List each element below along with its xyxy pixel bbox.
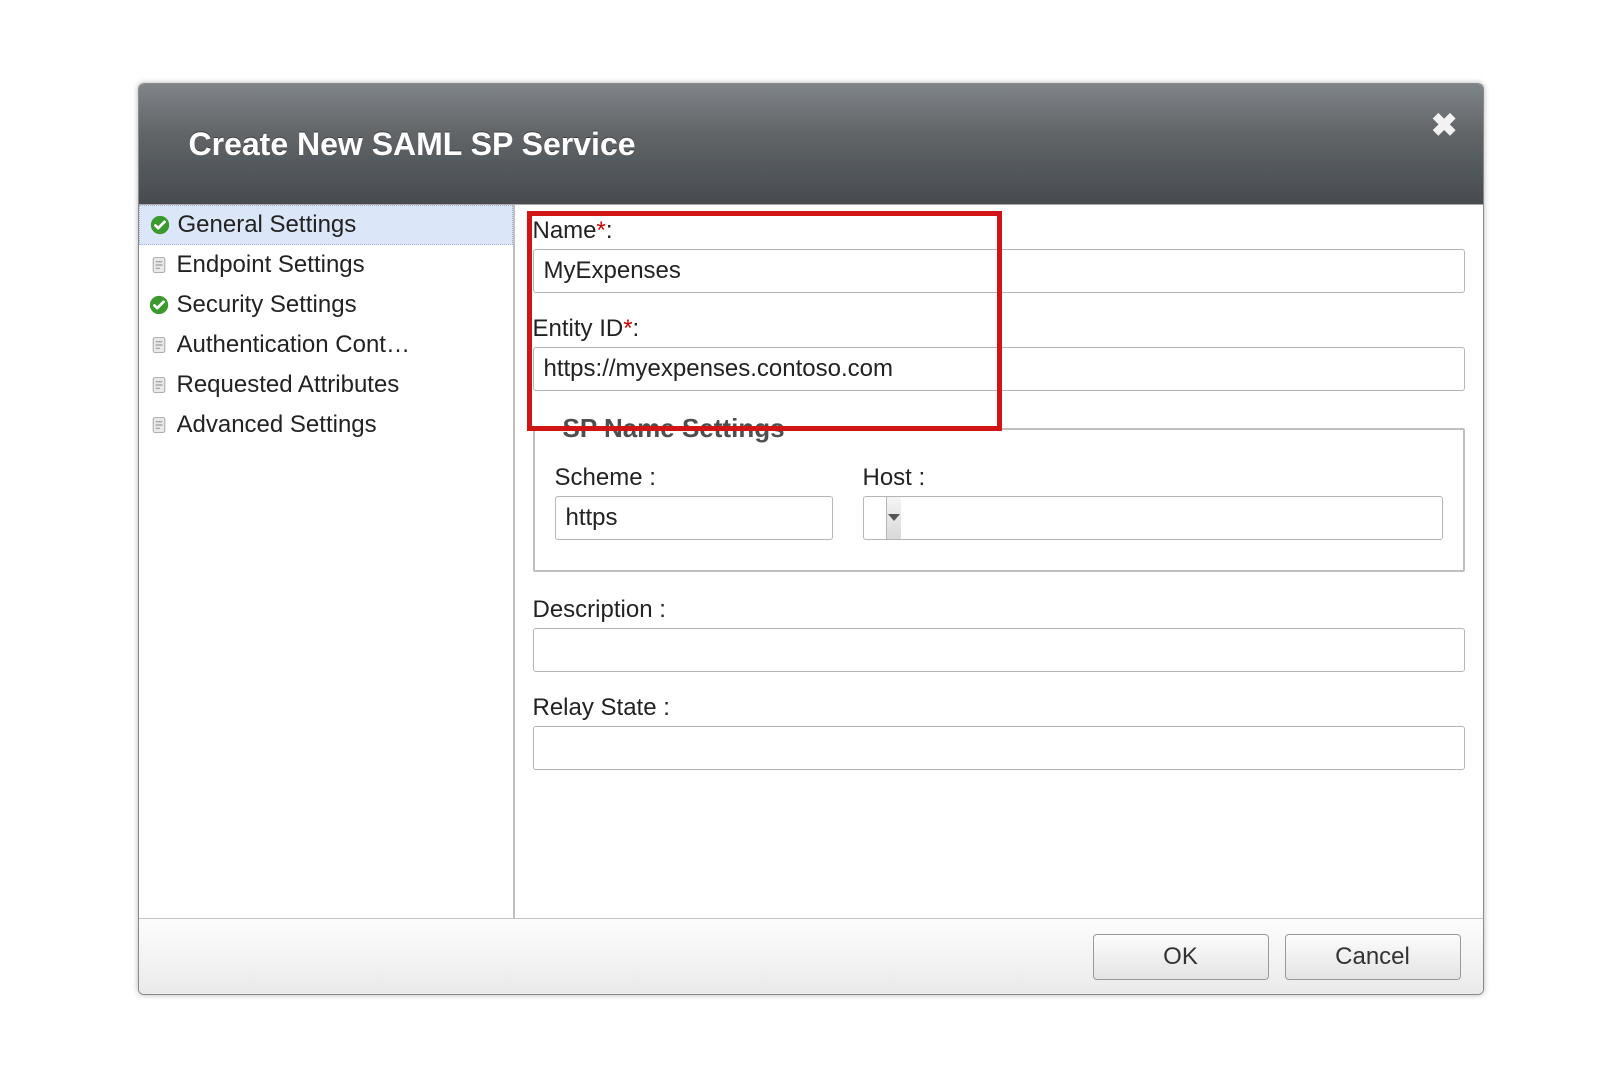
sidebar-item-general-settings[interactable]: General Settings (139, 205, 513, 245)
name-label-text: Name (533, 217, 597, 244)
required-asterisk: * (623, 315, 632, 342)
page-icon (147, 413, 171, 437)
sidebar-item-label: Advanced Settings (177, 411, 377, 439)
dialog-title: Create New SAML SP Service (189, 126, 636, 163)
name-input[interactable] (533, 249, 1465, 293)
name-label: Name*: (533, 217, 1465, 245)
cancel-button[interactable]: Cancel (1285, 934, 1461, 980)
sp-name-settings-fieldset: SP Name Settings Scheme : Host : (533, 413, 1465, 572)
dialog-body: General Settings Endpoint Settings Secur… (139, 204, 1483, 918)
page-icon (147, 253, 171, 277)
dialog: Create New SAML SP Service ✖ General Set… (138, 83, 1484, 995)
check-icon (148, 213, 172, 237)
ok-button[interactable]: OK (1093, 934, 1269, 980)
sidebar-item-label: Endpoint Settings (177, 251, 365, 279)
main-panel: Name*: Entity ID*: SP Name Settings Sche… (515, 205, 1483, 918)
sidebar: General Settings Endpoint Settings Secur… (139, 205, 515, 918)
entity-id-field-block: Entity ID*: (533, 315, 1465, 391)
scheme-label: Scheme : (555, 464, 833, 492)
scheme-column: Scheme : (555, 464, 833, 540)
check-icon (147, 293, 171, 317)
entity-id-label: Entity ID*: (533, 315, 1465, 343)
scheme-combobox-value[interactable] (556, 504, 886, 532)
entity-id-input[interactable] (533, 347, 1465, 391)
sp-name-settings-legend: SP Name Settings (555, 413, 793, 444)
scheme-combobox[interactable] (555, 496, 833, 540)
description-input[interactable] (533, 628, 1465, 672)
page-icon (147, 373, 171, 397)
host-label: Host : (863, 464, 1443, 492)
required-asterisk: * (597, 217, 606, 244)
host-column: Host : (863, 464, 1443, 540)
sidebar-item-label: General Settings (178, 211, 357, 239)
description-label: Description : (533, 596, 1465, 624)
sidebar-item-label: Authentication Cont… (177, 331, 410, 359)
relay-state-label: Relay State : (533, 694, 1465, 722)
host-input[interactable] (863, 496, 1443, 540)
description-field-block: Description : (533, 596, 1465, 672)
dialog-footer: OK Cancel (139, 918, 1483, 994)
name-field-block: Name*: (533, 217, 1465, 293)
sidebar-item-advanced-settings[interactable]: Advanced Settings (139, 405, 513, 445)
relay-state-input[interactable] (533, 726, 1465, 770)
sp-row: Scheme : Host : (555, 464, 1443, 540)
chevron-down-icon[interactable] (886, 497, 901, 539)
relay-state-field-block: Relay State : (533, 694, 1465, 770)
page-icon (147, 333, 171, 357)
dialog-header: Create New SAML SP Service ✖ (139, 84, 1483, 204)
close-icon[interactable]: ✖ (1431, 109, 1458, 141)
sidebar-item-security-settings[interactable]: Security Settings (139, 285, 513, 325)
sidebar-item-label: Requested Attributes (177, 371, 400, 399)
sidebar-item-requested-attributes[interactable]: Requested Attributes (139, 365, 513, 405)
sidebar-item-endpoint-settings[interactable]: Endpoint Settings (139, 245, 513, 285)
sidebar-item-label: Security Settings (177, 291, 357, 319)
entity-id-label-text: Entity ID (533, 315, 624, 342)
sidebar-item-authentication-context[interactable]: Authentication Cont… (139, 325, 513, 365)
